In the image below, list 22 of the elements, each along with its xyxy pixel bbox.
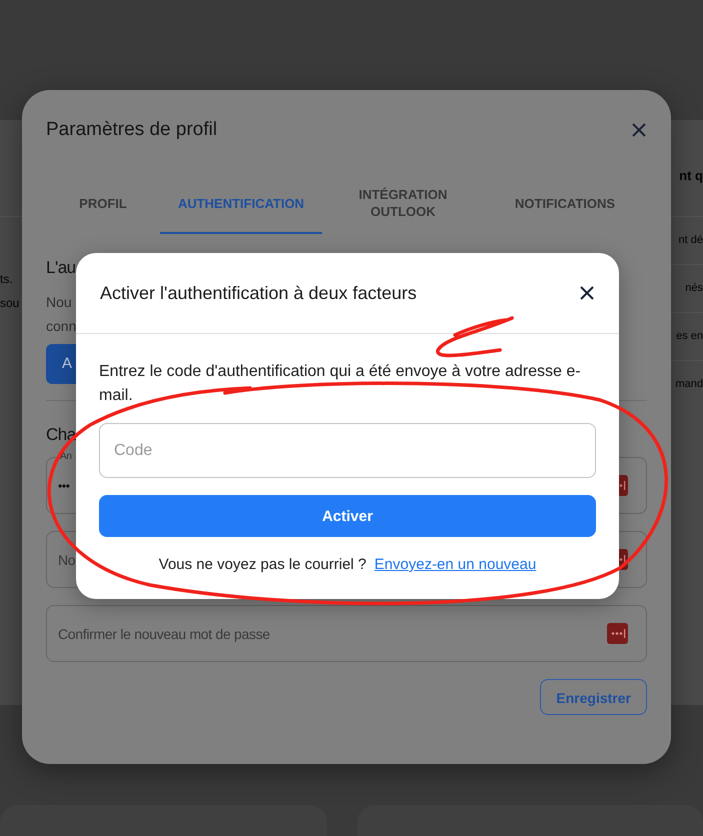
body-text: ts. [0, 271, 13, 288]
footer-text: Vous ne voyez pas le courriel ? [158, 556, 366, 573]
dialog-title: Paramètres de profil [46, 119, 218, 141]
tab[interactable]: NOTIFICATIONS [484, 174, 646, 234]
panel-heading: nt q [679, 167, 703, 185]
code-field[interactable]: Code [99, 423, 596, 478]
close-icon[interactable] [579, 285, 595, 301]
body-text: sou [0, 295, 20, 312]
tab[interactable]: AUTHENTIFICATION [160, 174, 322, 234]
body-text: Nou [46, 293, 72, 312]
password-field[interactable]: Confirmer le nouveau mot de passe [46, 605, 647, 662]
body-text: conn [46, 317, 76, 336]
instruction-text: Entrez le code d'authentification qui a été envoye à votre adresse e-mail. [99, 362, 582, 406]
section-heading: L'au [46, 258, 76, 278]
password-manager-icon[interactable] [607, 623, 628, 644]
activate-button[interactable]: Activer [99, 495, 596, 537]
tab[interactable]: INTÉGRATION OUTLOOK [322, 174, 484, 234]
save-button[interactable]: Enregistrer [540, 679, 647, 715]
resend-link[interactable]: Envoyez-en un nouveau [374, 556, 536, 573]
action-button[interactable]: A [46, 344, 76, 384]
dialog-title: Activer l'authentification à deux facteurs [100, 282, 417, 304]
tab[interactable]: PROFIL [46, 174, 160, 234]
